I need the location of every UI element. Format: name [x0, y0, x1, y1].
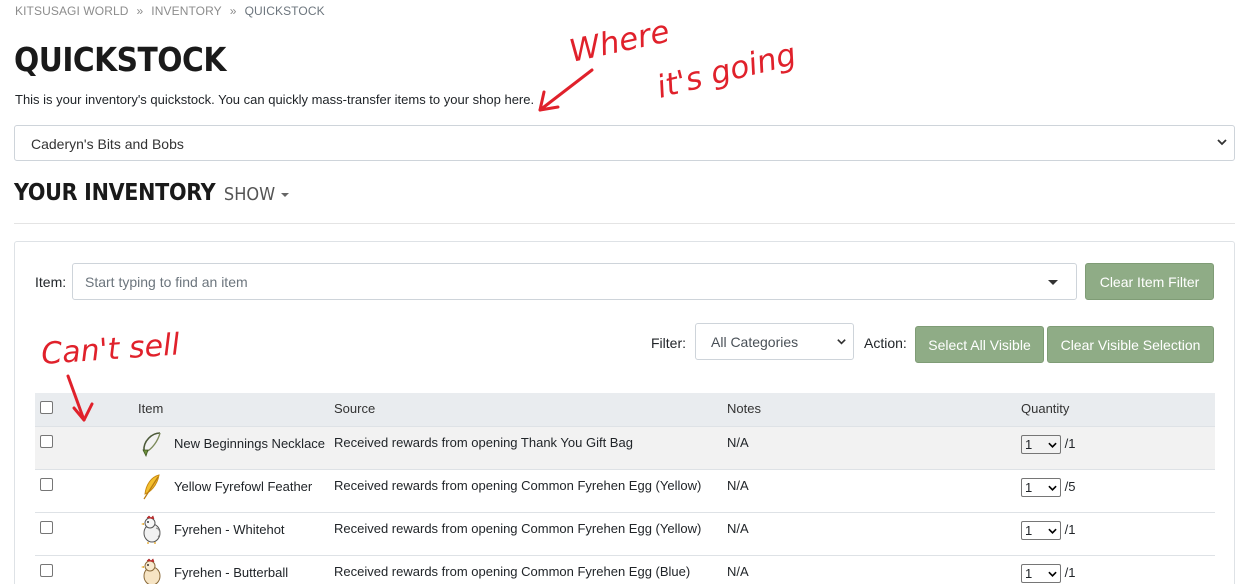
dropdown-arrow-icon [1048, 280, 1058, 285]
category-filter-label: Filter: [651, 335, 686, 351]
item-search-input[interactable]: Start typing to find an item [72, 263, 1077, 300]
item-notes: N/A [727, 563, 749, 579]
item-cell: New Beginnings Necklace [138, 429, 334, 459]
row-checkbox[interactable] [40, 477, 53, 491]
necklace-icon [142, 431, 161, 457]
quantity-value: 1 [1025, 522, 1033, 538]
item-cell: Fyrehen - Whitehot [138, 514, 334, 545]
shop-select-value: Caderyn's Bits and Bobs [31, 136, 184, 152]
quantity-value: 1 [1025, 565, 1033, 581]
table-header-row: Item Source Notes Quantity [35, 393, 1215, 426]
row-checkbox[interactable] [40, 434, 53, 448]
arrow-icon [538, 68, 594, 112]
column-header-source[interactable]: Source [334, 393, 727, 426]
quantity-select[interactable]: 1 [1021, 520, 1061, 540]
annotation-where-its-going: Where it's going [538, 20, 800, 112]
inventory-show-toggle[interactable]: SHOW [223, 184, 290, 205]
chevron-down-icon [1048, 571, 1057, 577]
feather-icon [143, 473, 160, 499]
item-notes: N/A [727, 434, 749, 450]
item-name: New Beginnings Necklace [174, 436, 326, 451]
quantity-max: /1 [1064, 521, 1076, 537]
action-label: Action: [864, 335, 907, 351]
chevron-down-icon [1048, 442, 1057, 448]
annotation-text-its-going: it's going [653, 37, 799, 106]
row-checkbox[interactable] [40, 520, 53, 534]
table-row: Fyrehen - Butterball Received rewards fr… [35, 555, 1215, 584]
table-row: New Beginnings Necklace Received rewards… [35, 426, 1215, 469]
inventory-header: YOUR INVENTORY SHOW [14, 180, 290, 206]
table-row: Fyrehen - Whitehot Received rewards from… [35, 512, 1215, 555]
quantity-max: /1 [1064, 564, 1076, 580]
quantity-value: 1 [1025, 436, 1033, 452]
page-title: QUICKSTOCK [14, 40, 226, 79]
breadcrumb-separator: » [229, 4, 237, 18]
divider [14, 223, 1235, 224]
shop-select[interactable]: Caderyn's Bits and Bobs [14, 125, 1235, 161]
item-source: Received rewards from opening Common Fyr… [334, 520, 702, 536]
item-name: Fyrehen - Butterball [174, 565, 289, 580]
clear-visible-selection-button[interactable]: Clear Visible Selection [1047, 326, 1214, 363]
item-cell: Fyrehen - Butterball [138, 557, 334, 584]
item-name: Yellow Fyrefowl Feather [174, 479, 313, 494]
breadcrumb-current: QUICKSTOCK [244, 4, 325, 18]
chevron-down-icon [837, 339, 846, 345]
table-row: Yellow Fyrefowl Feather Received rewards… [35, 469, 1215, 512]
column-header-quantity[interactable]: Quantity [1021, 393, 1215, 426]
breadcrumb: KITSUSAGI WORLD » INVENTORY » QUICKSTOCK [15, 4, 325, 18]
item-source: Received rewards from opening Common Fyr… [334, 477, 702, 493]
quantity-select[interactable]: 1 [1021, 434, 1061, 454]
item-cell: Yellow Fyrefowl Feather [138, 472, 334, 502]
breadcrumb-separator: » [136, 4, 144, 18]
column-header-notes[interactable]: Notes [727, 393, 1021, 426]
item-notes: N/A [727, 477, 749, 493]
item-notes: N/A [727, 520, 749, 536]
page-intro: This is your inventory's quickstock. You… [15, 92, 535, 107]
chicken-icon [141, 514, 161, 544]
inventory-table: Item Source Notes Quantity New Beginning… [35, 393, 1215, 584]
item-name: Fyrehen - Whitehot [174, 522, 285, 537]
quantity-select[interactable]: 1 [1021, 563, 1061, 583]
chevron-down-icon [1048, 528, 1057, 534]
category-select[interactable]: All Categories [695, 323, 854, 360]
item-search-placeholder: Start typing to find an item [85, 274, 248, 290]
arrow-icon [66, 374, 94, 422]
inventory-title: YOUR INVENTORY [14, 180, 216, 206]
chevron-down-icon [1217, 139, 1227, 146]
annotation-cant-sell: Can't sell [40, 328, 182, 422]
select-all-visible-button[interactable]: Select All Visible [915, 326, 1044, 363]
item-source: Received rewards from opening Thank You … [334, 434, 633, 450]
category-select-value: All Categories [711, 334, 799, 350]
caret-down-icon [281, 193, 290, 197]
quantity-max: /1 [1064, 435, 1076, 451]
chevron-down-icon [1048, 485, 1057, 491]
show-toggle-label: SHOW [223, 184, 276, 205]
chicken-icon [141, 557, 161, 584]
item-source: Received rewards from opening Common Fyr… [334, 563, 691, 579]
row-checkbox[interactable] [40, 563, 53, 577]
quantity-select[interactable]: 1 [1021, 477, 1061, 497]
clear-item-filter-button[interactable]: Clear Item Filter [1085, 263, 1214, 300]
annotation-text-cant-sell: Can't sell [40, 328, 181, 372]
breadcrumb-inventory-link[interactable]: INVENTORY [151, 4, 221, 18]
quantity-max: /5 [1064, 478, 1076, 494]
item-filter-label: Item: [35, 274, 67, 290]
quantity-value: 1 [1025, 479, 1033, 495]
annotation-text-where: Where [566, 20, 672, 70]
breadcrumb-home-link[interactable]: KITSUSAGI WORLD [15, 4, 129, 18]
